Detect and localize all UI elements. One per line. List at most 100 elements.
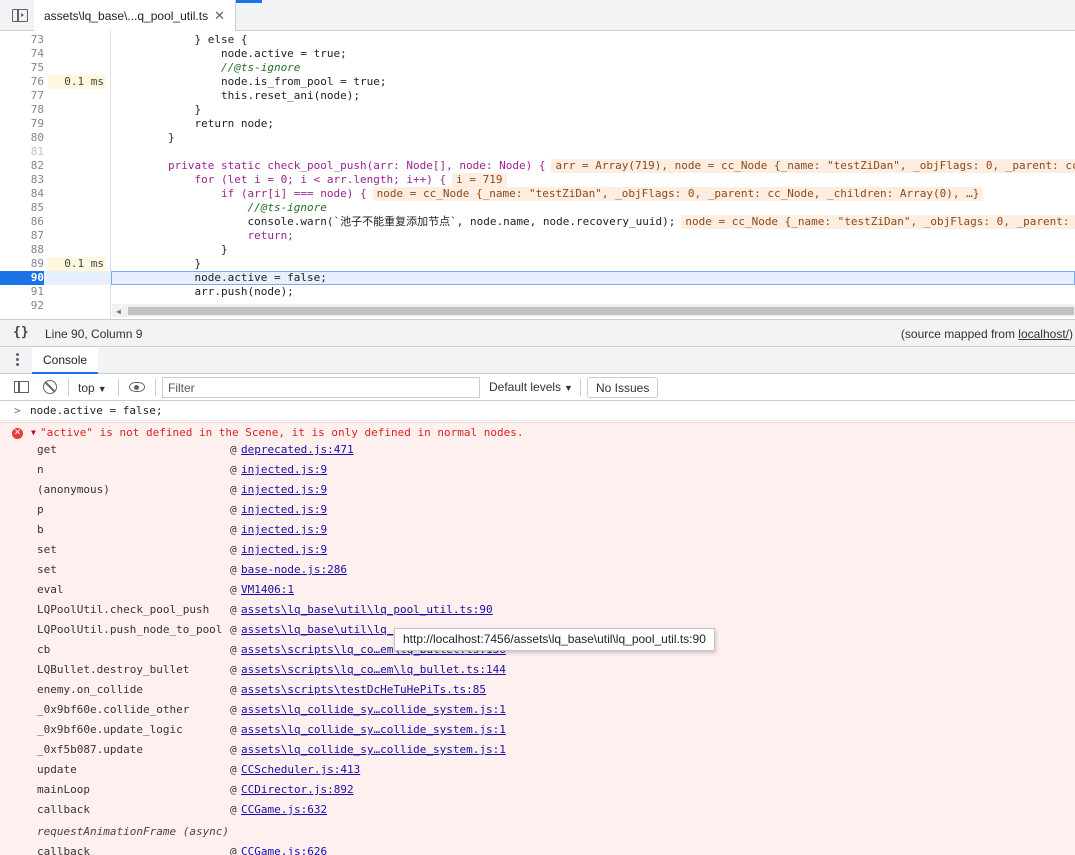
at-sign: @	[230, 723, 237, 736]
frame-source-link[interactable]: injected.js:9	[241, 460, 327, 480]
code-text: private static check_pool_push(arr: Node…	[115, 159, 1075, 173]
line-number[interactable]: 77	[0, 89, 44, 103]
frame-source-link[interactable]: assets\scripts\testDcHeTuHePiTs.ts:85	[241, 680, 486, 700]
line-number[interactable]: 78	[0, 103, 44, 117]
scrollbar-thumb[interactable]	[128, 307, 1074, 315]
toolbar-divider	[118, 379, 119, 396]
line-number[interactable]: 74	[0, 47, 44, 61]
context-selector[interactable]: top ▼	[78, 381, 107, 395]
stack-frame: _0xf5b087.update @ assets\lq_collide_sy…co…	[0, 740, 1075, 760]
line-number[interactable]: 85	[0, 201, 44, 215]
drawer-menu-icon[interactable]	[16, 353, 19, 367]
code-line: 77 this.reset_ani(node);	[0, 89, 1075, 103]
frame-source-link[interactable]: CCGame.js:632	[241, 800, 327, 820]
frame-source-link[interactable]: base-node.js:286	[241, 560, 347, 580]
pretty-print-icon[interactable]: {}	[13, 325, 29, 340]
stack-frame: LQPoolUtil.check_pool_push @ assets\lq_bas…	[0, 600, 1075, 620]
frame-function: p	[37, 503, 44, 516]
code-line: 73 } else {	[0, 33, 1075, 47]
frame-function: LQBullet.destroy_bullet	[37, 663, 190, 676]
frame-source-link[interactable]: assets\lq_base\util\lq_	[241, 620, 393, 640]
error-message-text[interactable]: "active" is not defined in the Scene, it…	[40, 426, 523, 439]
cursor-position: Line 90, Column 9	[45, 327, 143, 341]
frame-source-link[interactable]: injected.js:9	[241, 540, 327, 560]
code-text: console.warn(`池子不能重复添加节点`, node.name, no…	[115, 215, 1075, 229]
inline-variable-values: i = 719	[452, 173, 507, 187]
frame-source-link[interactable]: deprecated.js:471	[241, 440, 354, 460]
code-line: 87 return;	[0, 229, 1075, 243]
line-number[interactable]: 76	[0, 75, 44, 89]
stack-frame: callback @ CCGame.js:632	[0, 800, 1075, 820]
frame-function: eval	[37, 583, 64, 596]
frame-source-link[interactable]: injected.js:9	[241, 500, 327, 520]
error-icon: ✕	[12, 428, 23, 439]
line-number[interactable]: 88	[0, 243, 44, 257]
issues-button[interactable]: No Issues	[587, 377, 659, 398]
at-sign: @	[230, 743, 237, 756]
code-text: //@ts-ignore	[115, 201, 327, 214]
frame-source-link[interactable]: assets\lq_collide_sy…collide_system.js:1	[241, 700, 506, 720]
line-number[interactable]: 89	[0, 257, 44, 271]
code-text: node.is_from_pool = true;	[115, 75, 387, 88]
frame-source-link[interactable]: assets\scripts\lq_co…em\lq_bullet.ts:144	[241, 660, 506, 680]
at-sign: @	[230, 683, 237, 696]
frame-source-link[interactable]: injected.js:9	[241, 520, 327, 540]
log-levels-dropdown[interactable]: Default levels ▼	[489, 380, 573, 394]
console-toolbar: top ▼ Filter Default levels ▼ No Issues	[0, 374, 1075, 401]
expand-triangle-icon[interactable]: ▼	[31, 428, 36, 437]
console-filter-input[interactable]: Filter	[162, 377, 480, 398]
frame-function: n	[37, 463, 44, 476]
frame-function: LQPoolUtil.check_pool_push	[37, 603, 210, 616]
breakpoint-line-number[interactable]: 90	[0, 271, 44, 285]
code-text: return;	[115, 229, 294, 242]
line-number[interactable]: 87	[0, 229, 44, 243]
line-number[interactable]: 73	[0, 33, 44, 47]
line-number[interactable]: 75	[0, 61, 44, 75]
line-number[interactable]: 82	[0, 159, 44, 173]
drawer-tabbar: Console	[0, 347, 1075, 374]
code-text: node.active = false;	[115, 271, 327, 284]
code-line: 83 for (let i = 0; i < arr.length; i++) …	[0, 173, 1075, 187]
live-expression-eye-icon[interactable]	[129, 382, 145, 392]
line-number[interactable]: 81	[0, 145, 44, 159]
editor-tabbar: assets\lq_base\...q_pool_util.ts ✕	[0, 0, 1075, 31]
at-sign: @	[230, 643, 237, 656]
code-text: //@ts-ignore	[115, 61, 301, 74]
tab-console[interactable]: Console	[32, 347, 99, 374]
line-number[interactable]: 79	[0, 117, 44, 131]
stack-frame: LQBullet.destroy_bullet @ assets\scripts\l…	[0, 660, 1075, 680]
toolbar-divider	[155, 379, 156, 396]
line-number[interactable]: 80	[0, 131, 44, 145]
frame-source-link[interactable]: assets\lq_collide_sy…collide_system.js:1	[241, 740, 506, 760]
frame-source-link[interactable]: VM1406:1	[241, 580, 294, 600]
stack-frame: n @ injected.js:9	[0, 460, 1075, 480]
close-tab-icon[interactable]: ✕	[214, 8, 225, 24]
at-sign: @	[230, 443, 237, 456]
frame-source-link[interactable]: CCScheduler.js:413	[241, 760, 360, 780]
frame-source-link[interactable]: assets\lq_base\util\lq_pool_util.ts:90	[241, 600, 493, 620]
line-number[interactable]: 92	[0, 299, 44, 313]
scroll-left-icon[interactable]: ◀	[116, 307, 121, 316]
toggle-navigator-icon[interactable]	[12, 9, 28, 22]
frame-source-link[interactable]: CCGame.js:626	[241, 842, 327, 855]
stack-frame: eval @ VM1406:1	[0, 580, 1075, 600]
code-text: arr.push(node);	[115, 285, 294, 298]
horizontal-scrollbar[interactable]: ◀	[112, 304, 1075, 317]
code-text: }	[115, 257, 202, 270]
console-sidebar-toggle-icon[interactable]	[14, 381, 29, 393]
async-label: requestAnimationFrame (async)	[37, 825, 230, 838]
frame-source-link[interactable]: injected.js:9	[241, 480, 327, 500]
line-number[interactable]: 86	[0, 215, 44, 229]
stack-frame: set @ base-node.js:286	[0, 560, 1075, 580]
console-command-text[interactable]: node.active = false;	[30, 401, 162, 421]
frame-source-link[interactable]: CCDirector.js:892	[241, 780, 354, 800]
line-number[interactable]: 84	[0, 187, 44, 201]
tab-lq-pool-util[interactable]: assets\lq_base\...q_pool_util.ts ✕	[34, 0, 237, 31]
code-line: 85 //@ts-ignore	[0, 201, 1075, 215]
clear-console-icon[interactable]	[43, 380, 57, 394]
source-map-link[interactable]: localhost/	[1018, 327, 1069, 341]
line-number[interactable]: 83	[0, 173, 44, 187]
frame-source-link[interactable]: assets\lq_collide_sy…collide_system.js:1	[241, 720, 506, 740]
code-editor[interactable]: 73 } else { 74 node.active = true; 75 //…	[0, 31, 1075, 319]
line-number[interactable]: 91	[0, 285, 44, 299]
